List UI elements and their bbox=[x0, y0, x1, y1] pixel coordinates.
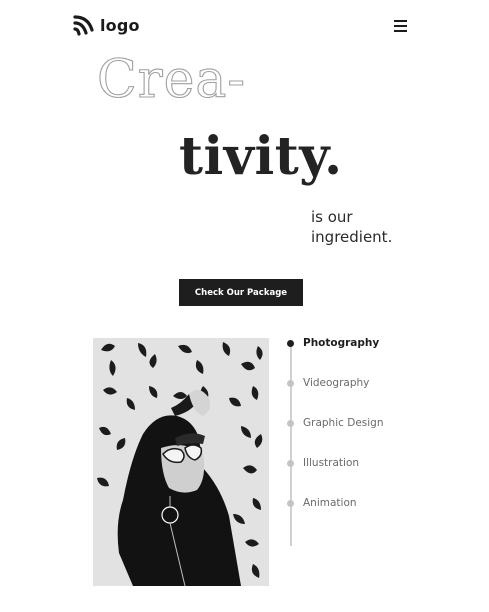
logo-link[interactable]: logo bbox=[73, 14, 140, 36]
logo-text: logo bbox=[100, 15, 140, 35]
service-dot bbox=[287, 419, 294, 427]
service-label: Videography bbox=[303, 377, 370, 389]
service-label: Animation bbox=[303, 497, 357, 509]
service-item-graphic-design[interactable]: Graphic Design bbox=[287, 417, 384, 429]
menu-bar bbox=[394, 25, 407, 27]
service-rail bbox=[290, 342, 292, 546]
service-dot bbox=[287, 339, 294, 347]
service-dot bbox=[287, 379, 294, 387]
menu-bar bbox=[394, 30, 407, 32]
service-label: Illustration bbox=[303, 457, 360, 469]
service-label: Graphic Design bbox=[303, 417, 384, 429]
service-item-animation[interactable]: Animation bbox=[287, 497, 357, 509]
service-dot bbox=[287, 499, 294, 507]
service-item-photography[interactable]: Photography bbox=[287, 337, 379, 349]
tagline-line2: ingredient. bbox=[311, 228, 393, 246]
hero-title-line1: Crea- bbox=[96, 49, 246, 110]
hamburger-icon[interactable] bbox=[394, 20, 407, 32]
tagline-line1: is our bbox=[311, 208, 353, 226]
logo-mark-icon bbox=[73, 15, 94, 36]
menu-bar bbox=[394, 20, 407, 22]
service-item-videography[interactable]: Videography bbox=[287, 377, 369, 389]
hero-tagline: is our ingredient. bbox=[311, 207, 392, 247]
check-package-button[interactable]: Check Our Package bbox=[179, 279, 303, 306]
service-dot bbox=[287, 459, 294, 467]
portrait-image bbox=[93, 338, 269, 586]
service-label: Photography bbox=[303, 337, 380, 349]
hero-title-line2: tivity. bbox=[179, 126, 343, 187]
service-item-illustration[interactable]: Illustration bbox=[287, 457, 359, 469]
hero-photo bbox=[93, 338, 269, 586]
